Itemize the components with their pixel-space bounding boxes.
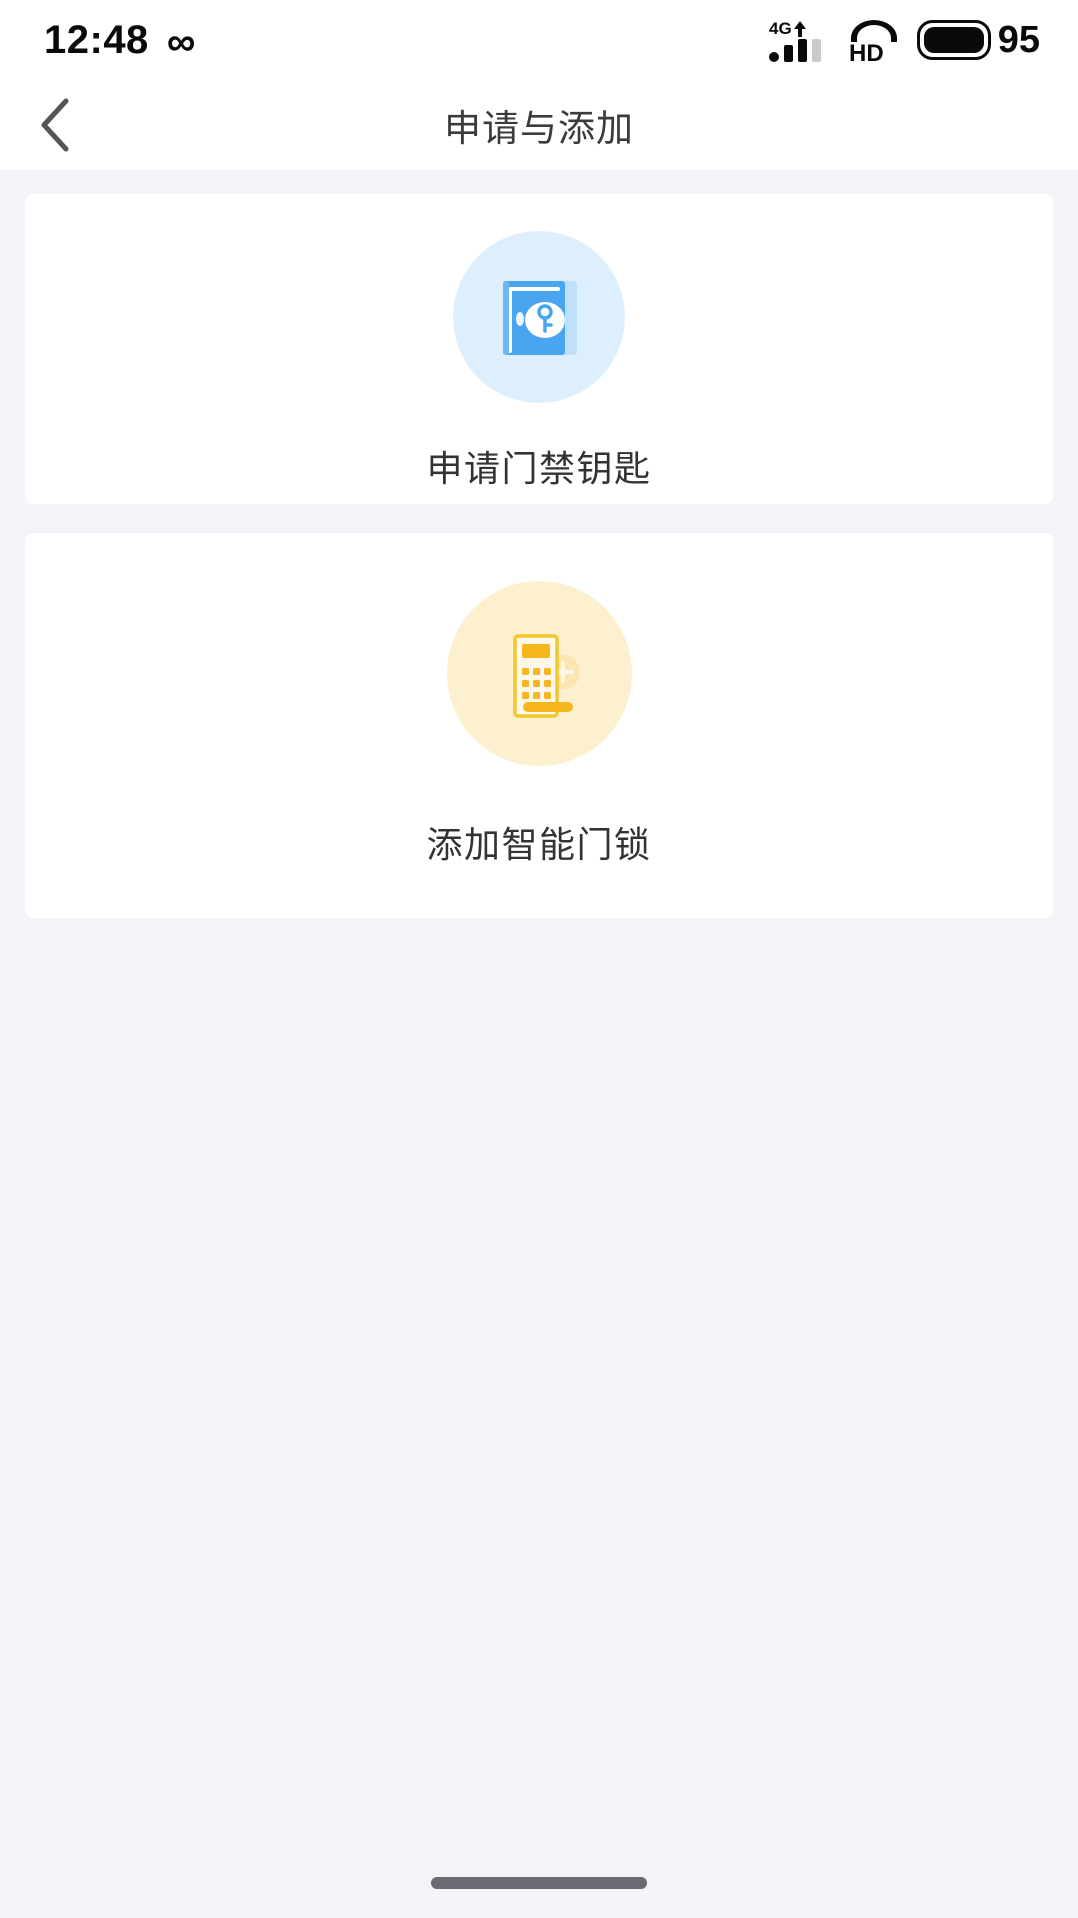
page-title: 申请与添加 bbox=[444, 108, 634, 149]
status-time: 12:48 bbox=[44, 18, 149, 62]
hd-call-icon: HD bbox=[849, 20, 897, 63]
navigation-bar: 申请与添加 bbox=[0, 80, 1078, 170]
smart-lock-add-icon bbox=[513, 633, 580, 718]
battery-indicator: 95 bbox=[916, 19, 1040, 61]
door-key-icon bbox=[503, 281, 577, 355]
card-apply-access-key[interactable]: 申请门禁钥匙 bbox=[25, 194, 1053, 504]
svg-text:4G: 4G bbox=[769, 19, 792, 38]
signal-4g-icon: 4G bbox=[768, 19, 821, 62]
card-add-smart-lock[interactable]: 添加智能门锁 bbox=[25, 533, 1053, 918]
chevron-left-icon bbox=[41, 98, 69, 152]
card-label-add-smart-lock: 添加智能门锁 bbox=[426, 824, 652, 865]
status-bar: 12:48 ∞ 4G HD 95 bbox=[0, 0, 1078, 80]
home-indicator-area bbox=[0, 1848, 1078, 1918]
card-label-apply-access-key: 申请门禁钥匙 bbox=[426, 448, 652, 489]
icon-circle-blue bbox=[453, 231, 625, 403]
content-area: 申请门禁钥匙 添加智能门锁 bbox=[0, 170, 1078, 918]
back-button[interactable] bbox=[0, 80, 110, 170]
icon-circle-amber bbox=[446, 581, 632, 766]
battery-percent-label: 95 bbox=[997, 19, 1040, 61]
home-indicator-bar[interactable] bbox=[431, 1877, 647, 1889]
battery-icon bbox=[916, 20, 991, 60]
svg-text:HD: HD bbox=[849, 40, 884, 63]
infinity-icon: ∞ bbox=[166, 19, 196, 64]
status-bar-right: 4G HD 95 bbox=[768, 17, 1040, 63]
status-bar-left: 12:48 ∞ bbox=[44, 19, 195, 62]
